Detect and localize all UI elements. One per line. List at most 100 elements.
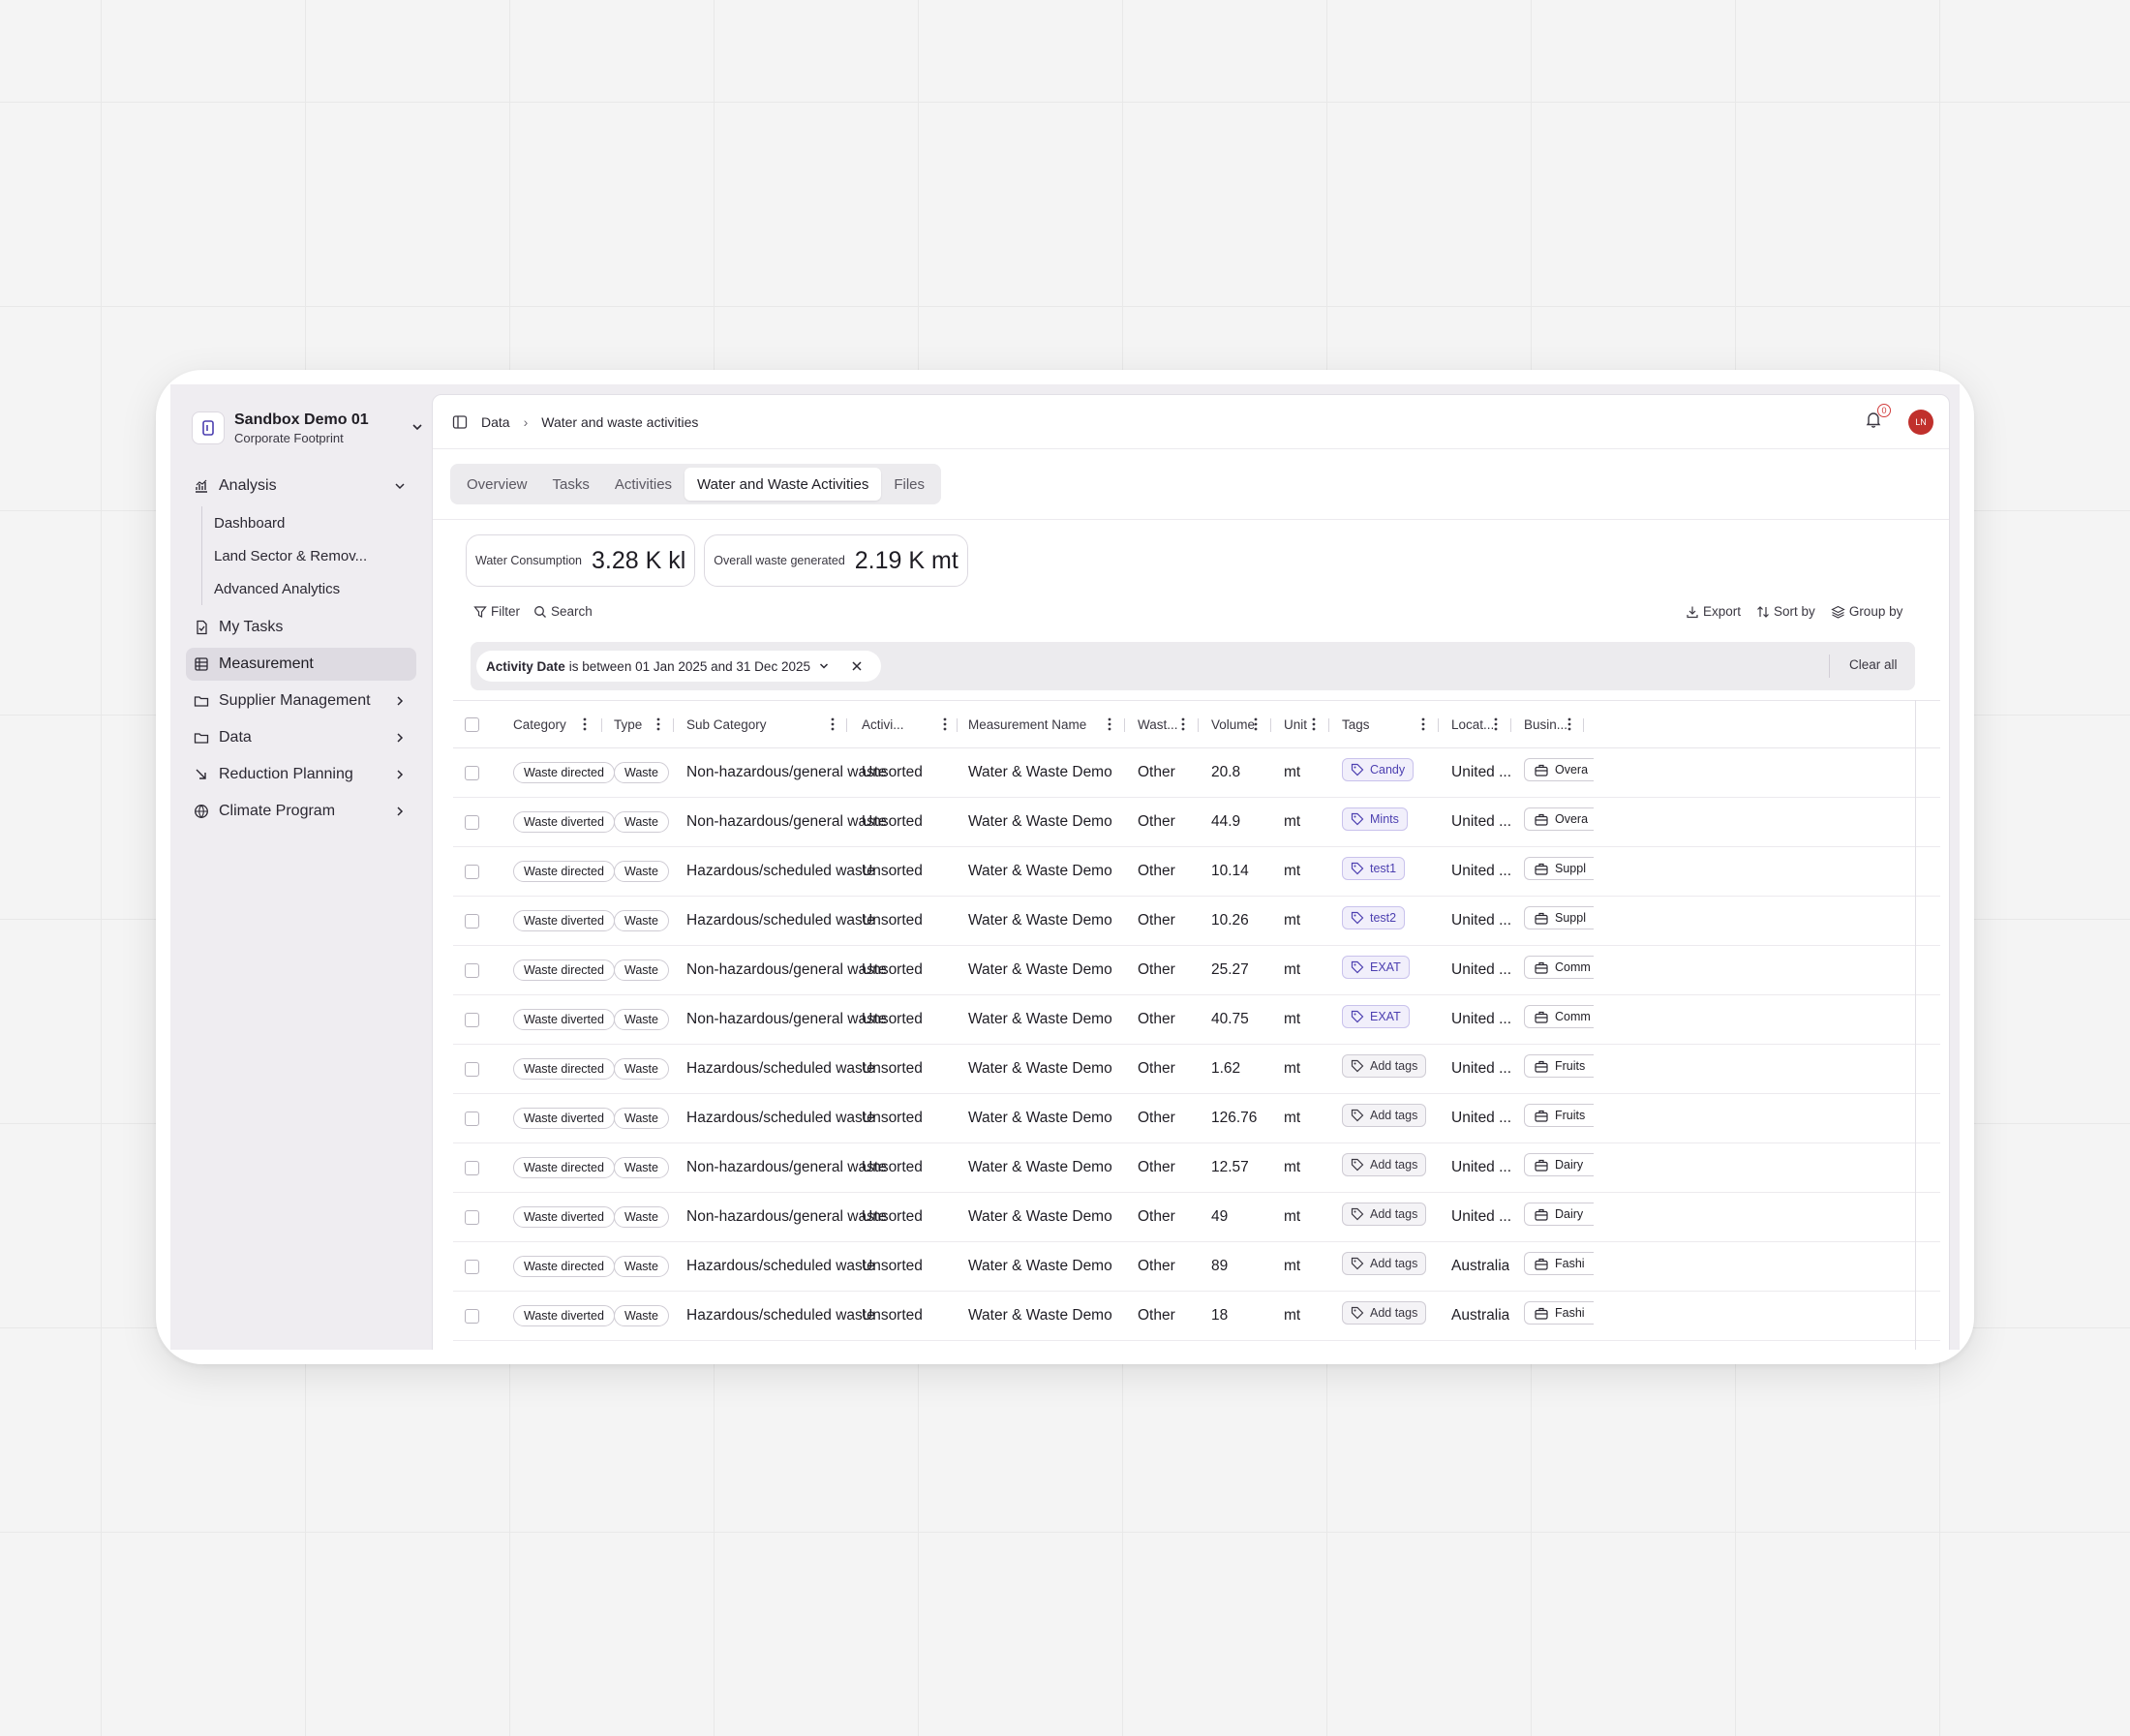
- row-checkbox[interactable]: [465, 1012, 479, 1027]
- sidebar-item-land-sector[interactable]: Land Sector & Remov...: [214, 539, 416, 572]
- breadcrumb-data[interactable]: Data: [481, 414, 510, 430]
- column-menu-icon[interactable]: [1108, 717, 1111, 731]
- column-header-business[interactable]: Busin...: [1524, 701, 1567, 747]
- tag-chip[interactable]: Candy: [1342, 758, 1415, 781]
- sidebar-item-data[interactable]: Data: [186, 721, 416, 754]
- column-header-tags[interactable]: Tags: [1342, 701, 1370, 747]
- tag-chip[interactable]: EXAT: [1342, 956, 1410, 979]
- row-checkbox[interactable]: [465, 913, 479, 929]
- column-menu-icon[interactable]: [1181, 717, 1185, 731]
- column-resize-handle[interactable]: [1270, 718, 1271, 732]
- column-header-activity[interactable]: Activi...: [862, 701, 904, 747]
- column-menu-icon[interactable]: [583, 717, 587, 731]
- column-menu-icon[interactable]: [1421, 717, 1425, 731]
- row-checkbox[interactable]: [465, 1259, 479, 1274]
- table-row[interactable]: Waste directed Waste Hazardous/scheduled w…: [453, 1242, 1940, 1292]
- sidebar-toggle-icon[interactable]: [452, 414, 468, 430]
- column-menu-icon[interactable]: [656, 717, 660, 731]
- sidebar-item-measurement[interactable]: Measurement: [186, 648, 416, 681]
- table-row[interactable]: Waste diverted Waste Hazardous/scheduled w…: [453, 1094, 1940, 1143]
- column-header-sub-category[interactable]: Sub Category: [686, 701, 767, 747]
- business-chip[interactable]: Comm: [1524, 1005, 1594, 1028]
- tab-activities[interactable]: Activities: [602, 468, 685, 501]
- business-chip[interactable]: Overa: [1524, 758, 1594, 781]
- column-resize-handle[interactable]: [1328, 718, 1329, 732]
- tag-chip[interactable]: test1: [1342, 857, 1406, 880]
- row-checkbox[interactable]: [465, 1160, 479, 1175]
- column-header-unit[interactable]: Unit: [1284, 701, 1307, 747]
- column-resize-handle[interactable]: [1438, 718, 1439, 732]
- add-tags-button[interactable]: Add tags: [1342, 1203, 1427, 1226]
- table-row[interactable]: Waste diverted Waste Non-hazardous/general…: [453, 798, 1940, 847]
- table-row[interactable]: Waste directed Waste Non-hazardous/general…: [453, 946, 1940, 995]
- clear-all-button[interactable]: Clear all: [1849, 657, 1898, 672]
- column-resize-handle[interactable]: [957, 718, 958, 732]
- column-header-volume[interactable]: Volume: [1211, 701, 1255, 747]
- close-icon[interactable]: [851, 660, 863, 672]
- tab-overview[interactable]: Overview: [454, 468, 540, 501]
- table-row[interactable]: Waste directed Waste Hazardous/scheduled w…: [453, 847, 1940, 897]
- business-chip[interactable]: Fashi: [1524, 1301, 1594, 1325]
- table-row[interactable]: Waste directed Waste Non-hazardous/general…: [453, 1143, 1940, 1193]
- add-tags-button[interactable]: Add tags: [1342, 1153, 1427, 1176]
- column-header-category[interactable]: Category: [513, 701, 566, 747]
- sidebar-item-my-tasks[interactable]: My Tasks: [186, 611, 416, 644]
- sidebar-item-supplier-management[interactable]: Supplier Management: [186, 685, 416, 717]
- select-all-checkbox[interactable]: [465, 716, 479, 732]
- column-menu-icon[interactable]: [1312, 717, 1316, 731]
- column-header-measurement-name[interactable]: Measurement Name: [968, 701, 1086, 747]
- column-header-location[interactable]: Locat...: [1451, 701, 1494, 747]
- table-row[interactable]: Waste diverted Waste Hazardous/scheduled w…: [453, 1292, 1940, 1341]
- user-avatar[interactable]: LN: [1908, 410, 1933, 435]
- add-tags-button[interactable]: Add tags: [1342, 1054, 1427, 1078]
- column-resize-handle[interactable]: [1583, 718, 1584, 732]
- tag-chip[interactable]: EXAT: [1342, 1005, 1410, 1028]
- column-resize-handle[interactable]: [673, 718, 674, 732]
- column-menu-icon[interactable]: [1254, 717, 1258, 731]
- row-checkbox[interactable]: [465, 1061, 479, 1077]
- column-resize-handle[interactable]: [1124, 718, 1125, 732]
- sidebar-item-climate-program[interactable]: Climate Program: [186, 795, 416, 828]
- tag-chip[interactable]: test2: [1342, 906, 1406, 929]
- business-chip[interactable]: Overa: [1524, 807, 1594, 831]
- column-menu-icon[interactable]: [1494, 717, 1498, 731]
- sidebar-item-analysis[interactable]: Analysis: [186, 470, 416, 503]
- column-header-waste[interactable]: Wast...: [1138, 701, 1178, 747]
- row-checkbox[interactable]: [465, 864, 479, 879]
- sidebar-item-reduction-planning[interactable]: Reduction Planning: [186, 758, 416, 791]
- filter-chip-activity-date[interactable]: Activity Date is between 01 Jan 2025 and…: [476, 651, 881, 682]
- table-row[interactable]: Waste diverted Waste Hazardous/scheduled w…: [453, 897, 1940, 946]
- column-resize-handle[interactable]: [1510, 718, 1511, 732]
- row-checkbox[interactable]: [465, 765, 479, 780]
- filter-button[interactable]: Filter: [473, 604, 520, 619]
- export-button[interactable]: Export: [1686, 604, 1741, 619]
- table-row[interactable]: Waste diverted Waste Non-hazardous/general…: [453, 995, 1940, 1045]
- row-checkbox[interactable]: [465, 962, 479, 978]
- add-tags-button[interactable]: Add tags: [1342, 1252, 1427, 1275]
- column-menu-icon[interactable]: [1567, 717, 1571, 731]
- notifications-bell-icon[interactable]: 0: [1864, 404, 1891, 431]
- business-chip[interactable]: Fruits: [1524, 1054, 1594, 1078]
- column-resize-handle[interactable]: [846, 718, 847, 732]
- add-tags-button[interactable]: Add tags: [1342, 1301, 1427, 1325]
- business-chip[interactable]: Fruits: [1524, 1104, 1594, 1127]
- row-checkbox[interactable]: [465, 814, 479, 830]
- business-chip[interactable]: Dairy: [1524, 1203, 1594, 1226]
- tag-chip[interactable]: Mints: [1342, 807, 1408, 831]
- add-tags-button[interactable]: Add tags: [1342, 1104, 1427, 1127]
- sidebar-item-dashboard[interactable]: Dashboard: [214, 506, 416, 539]
- column-menu-icon[interactable]: [943, 717, 947, 731]
- column-header-type[interactable]: Type: [614, 701, 642, 747]
- business-chip[interactable]: Dairy: [1524, 1153, 1594, 1176]
- column-resize-handle[interactable]: [601, 718, 602, 732]
- row-checkbox[interactable]: [465, 1209, 479, 1225]
- table-row[interactable]: Waste diverted Waste Non-hazardous/general…: [453, 1193, 1940, 1242]
- row-checkbox[interactable]: [465, 1308, 479, 1324]
- tab-water-and-waste-activities[interactable]: Water and Waste Activities: [685, 468, 882, 501]
- business-chip[interactable]: Comm: [1524, 956, 1594, 979]
- search-button[interactable]: Search: [533, 604, 593, 619]
- column-menu-icon[interactable]: [831, 717, 835, 731]
- table-row[interactable]: Waste directed Waste Non-hazardous/general…: [453, 748, 1940, 798]
- group-by-button[interactable]: Group by: [1831, 604, 1902, 619]
- tab-tasks[interactable]: Tasks: [540, 468, 602, 501]
